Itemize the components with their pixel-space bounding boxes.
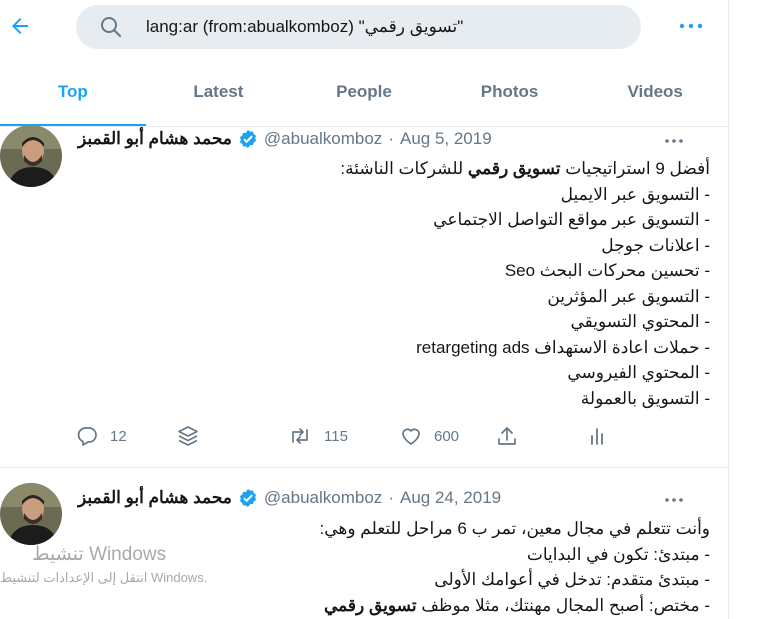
search-header — [0, 0, 728, 54]
tweet-date[interactable]: Aug 24, 2019 — [400, 488, 501, 508]
tweet-actions: 12 115 600 — [76, 424, 636, 448]
tweet[interactable]: محمد هشام أبو القمبز @abualkomboz · Aug … — [0, 125, 728, 468]
analytics-button[interactable] — [586, 425, 626, 447]
analytics-icon — [591, 428, 603, 445]
highlighted-term: تسويق رقمي — [467, 159, 561, 178]
retweet-count: 115 — [324, 427, 348, 445]
back-arrow-icon[interactable] — [6, 12, 34, 40]
tweet-line: - مبتدئ متقدم: تدخل في أعوامك الأولى — [434, 570, 710, 589]
tweet-line: - المحتوي الفيروسي — [567, 363, 710, 382]
tweet-line: - المحتوي التسويقي — [570, 312, 710, 331]
tweet-line: - التسويق عبر مواقع التواصل الاجتماعي — [433, 210, 710, 229]
tweet-line: - التسويق بالعمولة — [580, 388, 710, 408]
tweet-line: - التسويق عبر الايميل — [560, 184, 710, 204]
more-icon[interactable] — [664, 488, 684, 508]
stack-icon — [178, 426, 198, 446]
search-box[interactable] — [76, 5, 641, 49]
heart-icon — [402, 428, 420, 445]
user-handle[interactable]: @abualkomboz — [264, 488, 382, 508]
tab-photos[interactable]: Photos — [437, 70, 583, 126]
main-column: Top Latest People Photos Videos محمد هشا… — [0, 0, 729, 619]
tweet-header: محمد هشام أبو القمبز @abualkomboz · Aug … — [78, 486, 710, 510]
tab-videos[interactable]: Videos — [582, 70, 728, 126]
tweet-text: وأنت تتعلم في مجال معين، تمر ب 6 مراحل ل… — [319, 516, 710, 618]
retweet-icon — [292, 428, 308, 444]
share-tweet-button[interactable] — [496, 425, 586, 447]
verified-badge-icon — [238, 129, 258, 149]
tab-latest[interactable]: Latest — [146, 70, 292, 126]
tweet-line: - اعلانات جوجل — [601, 235, 710, 255]
search-tabs: Top Latest People Photos Videos — [0, 70, 728, 127]
tweet-line: وأنت تتعلم في مجال معين، تمر ب 6 مراحل ل… — [319, 519, 710, 538]
search-icon — [100, 16, 122, 43]
avatar[interactable] — [0, 125, 62, 187]
reply-button[interactable]: 12 — [76, 425, 176, 447]
more-options-icon[interactable] — [676, 14, 706, 38]
separator-dot: · — [388, 488, 394, 507]
reply-icon — [77, 427, 97, 446]
user-handle[interactable]: @abualkomboz — [264, 129, 382, 149]
tweet-text: أفضل 9 استراتيجيات تسويق رقمي للشركات ال… — [340, 156, 710, 411]
search-input[interactable] — [146, 11, 626, 43]
like-button[interactable]: 600 — [400, 425, 496, 447]
share-button[interactable] — [176, 424, 288, 448]
separator-dot: · — [388, 129, 394, 148]
avatar[interactable] — [0, 483, 62, 545]
tweet-date[interactable]: Aug 5, 2019 — [400, 129, 492, 149]
tweet-line: أفضل 9 استراتيجيات تسويق رقمي للشركات ال… — [340, 159, 710, 178]
windows-activation-subtitle: انتقل إلى الإعدادات لتنشيط Windows. — [0, 570, 208, 585]
tweet-line: - مختص: أصبح المجال مهنتك، مثلا موظف تسو… — [323, 595, 710, 615]
display-name[interactable]: محمد هشام أبو القمبز — [78, 129, 232, 149]
upload-icon — [498, 427, 516, 445]
verified-badge-icon — [238, 488, 258, 508]
reply-count: 12 — [110, 427, 127, 445]
more-icon[interactable] — [664, 129, 684, 149]
tweet-line: - حملات اعادة الاستهداف retargeting ads — [416, 337, 710, 357]
like-count: 600 — [434, 427, 460, 445]
display-name[interactable]: محمد هشام أبو القمبز — [78, 488, 232, 508]
tweet-line: - تحسين محركات البحث Seo — [504, 261, 710, 280]
windows-activation-title: تنشيط Windows — [32, 544, 167, 565]
tab-people[interactable]: People — [291, 70, 437, 126]
highlighted-term: تسويق رقمي — [323, 595, 417, 615]
retweet-button[interactable]: 115 — [288, 425, 400, 447]
tweet-line: - مبتدئ: تكون في البدايات — [526, 544, 710, 564]
tweet-header: محمد هشام أبو القمبز @abualkomboz · Aug … — [78, 127, 710, 151]
tweet-line: - التسويق عبر المؤثرين — [547, 286, 710, 306]
tab-top[interactable]: Top — [0, 70, 146, 126]
